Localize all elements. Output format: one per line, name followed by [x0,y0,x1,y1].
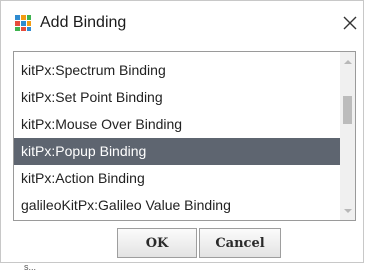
title-bar: Add Binding [1,1,363,45]
add-binding-dialog: Add Binding kitPx:Spectrum Binding kitPx… [0,0,364,263]
scroll-up-arrow-icon[interactable] [344,60,352,64]
list-item[interactable]: kitPx:Mouse Over Binding [14,111,341,138]
cancel-button[interactable]: Cancel [199,228,281,258]
dialog-title: Add Binding [40,14,127,31]
list-scrollbar[interactable] [340,52,355,220]
close-button[interactable] [338,11,362,35]
list-item[interactable]: kitPx:Action Binding [14,165,341,192]
list-item-selected[interactable]: kitPx:Popup Binding [14,138,341,165]
close-icon [343,16,357,30]
scroll-down-arrow-icon[interactable] [344,209,352,213]
list-item[interactable]: kitPx:Spectrum Binding [14,57,341,84]
list-item[interactable]: kitPx:Set Point Binding [14,84,341,111]
list-item[interactable]: galileoKitPx:Galileo Value Binding [14,192,341,219]
background-partial-text: s... [24,262,37,272]
scrollbar-thumb[interactable] [343,96,352,124]
binding-app-icon [14,14,32,32]
ok-button[interactable]: OK [117,228,197,258]
binding-list[interactable]: kitPx:Spectrum Binding kitPx:Set Point B… [13,51,356,221]
